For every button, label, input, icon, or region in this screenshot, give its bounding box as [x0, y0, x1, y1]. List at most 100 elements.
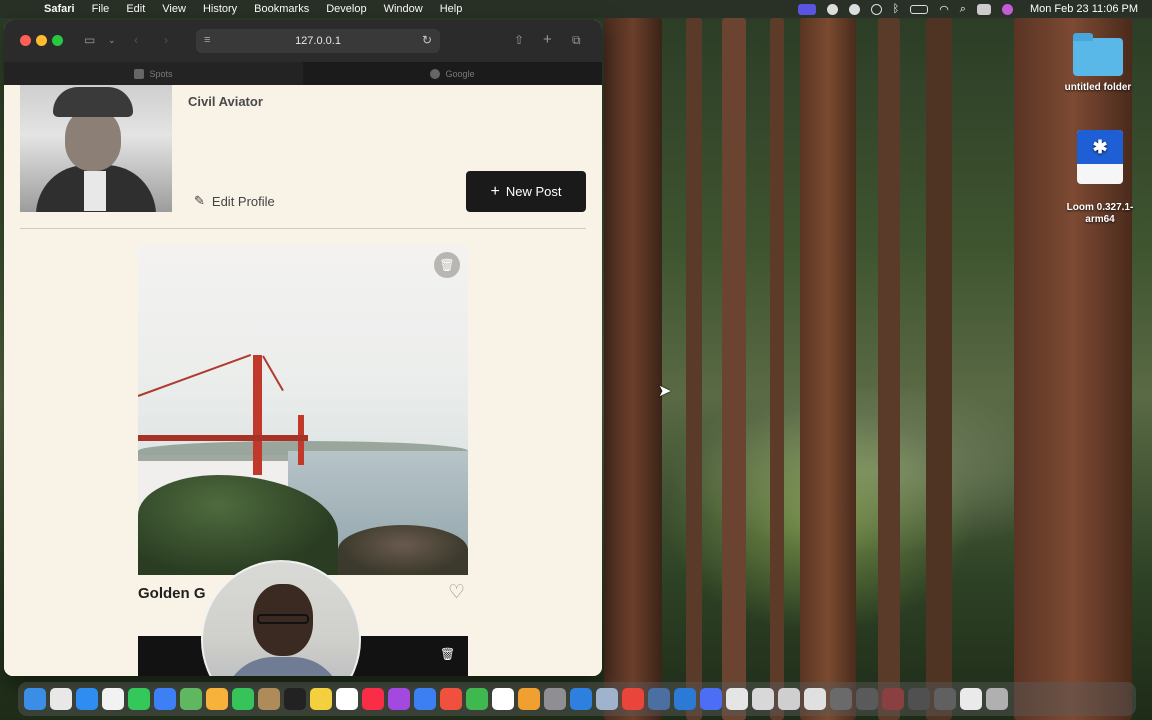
menu-help[interactable]: Help [440, 3, 463, 15]
podcasts-icon[interactable] [388, 688, 410, 710]
menu-bookmarks[interactable]: Bookmarks [254, 3, 309, 15]
photos-icon[interactable] [206, 688, 228, 710]
chrome-icon[interactable] [622, 688, 644, 710]
siri-icon[interactable] [1001, 3, 1013, 15]
new-post-label: New Post [505, 184, 562, 199]
keynote-icon[interactable] [414, 688, 436, 710]
sync-status-icon[interactable] [848, 3, 860, 15]
menu-file[interactable]: File [92, 3, 110, 15]
trash-icon[interactable]: 🗑 [440, 647, 455, 661]
doc4-icon[interactable] [804, 688, 826, 710]
webcam-bubble[interactable] [201, 560, 361, 676]
sidebar-toggle-icon[interactable]: ▭ [84, 33, 95, 47]
post-title: Golden G [138, 585, 206, 602]
share-icon[interactable]: ⇧ [514, 33, 524, 47]
contacts-icon[interactable] [258, 688, 280, 710]
desktop-loom-file[interactable]: ✱ Loom 0.327.1- arm64 [1058, 118, 1142, 238]
menu-window[interactable]: Window [384, 3, 423, 15]
post-image[interactable] [138, 245, 468, 575]
trash-icon[interactable] [986, 688, 1008, 710]
heart-icon[interactable]: ♡ [448, 583, 465, 603]
profile-photo [20, 85, 172, 212]
tree-trunk [722, 18, 746, 720]
safari-window: ▭ ⌄ ‹ › ≡ 127.0.0.1 ↻ ⇧ + ⧉ Spots Google… [4, 20, 602, 676]
menu-edit[interactable]: Edit [126, 3, 145, 15]
control-center-icon[interactable] [976, 3, 991, 15]
wifi-icon[interactable]: ◠ [939, 3, 949, 16]
zoom-window-button[interactable] [52, 35, 63, 46]
profile-role: Civil Aviator [188, 94, 263, 109]
menu-clock[interactable]: Mon Feb 23 11:06 PM [1030, 3, 1138, 15]
chevron-down-icon[interactable]: ⌄ [108, 33, 116, 47]
battery-icon[interactable] [910, 4, 929, 14]
loom-icon[interactable] [700, 688, 722, 710]
back-icon[interactable]: ‹ [134, 33, 138, 47]
messages-icon[interactable] [128, 688, 150, 710]
maps-icon[interactable] [180, 688, 202, 710]
menu-app-name[interactable]: Safari [44, 3, 75, 15]
window-icon[interactable] [830, 688, 852, 710]
close-window-button[interactable] [20, 35, 31, 46]
desktop-folder[interactable]: untitled folder [1058, 33, 1138, 93]
preview-icon[interactable] [596, 688, 618, 710]
folder-icon [1073, 33, 1123, 76]
appletv-icon[interactable] [284, 688, 306, 710]
doc2-icon[interactable] [752, 688, 774, 710]
menu-develop[interactable]: Develop [326, 3, 366, 15]
tree-trunk [800, 18, 856, 720]
notes2-icon[interactable] [310, 688, 332, 710]
window2-icon[interactable] [856, 688, 878, 710]
spotlight-search-icon[interactable]: ⌕ [960, 3, 966, 16]
vscode-icon[interactable] [674, 688, 696, 710]
tab-google[interactable]: Google [303, 62, 602, 85]
pages-icon[interactable] [518, 688, 540, 710]
doc5-icon[interactable] [960, 688, 982, 710]
xcode-icon[interactable] [570, 688, 592, 710]
menu-history[interactable]: History [203, 3, 237, 15]
doc-icon[interactable] [726, 688, 748, 710]
google-favicon-icon [430, 68, 441, 79]
music-icon[interactable] [362, 688, 384, 710]
window3-icon[interactable] [882, 688, 904, 710]
reload-icon[interactable]: ↻ [422, 33, 432, 47]
dock [18, 682, 1136, 716]
tree-trunk [926, 18, 952, 720]
doc3-icon[interactable] [778, 688, 800, 710]
desktop-icon-label: Loom 0.327.1- arm64 [1066, 202, 1134, 225]
loom-status-icon[interactable] [826, 3, 838, 15]
freeform-icon[interactable] [336, 688, 358, 710]
minimize-window-button[interactable] [36, 35, 47, 46]
safari-icon[interactable] [76, 688, 98, 710]
address-bar[interactable]: ≡ 127.0.0.1 ↻ [196, 29, 440, 53]
numbers-icon[interactable] [466, 688, 488, 710]
news-icon[interactable] [440, 688, 462, 710]
notes-icon[interactable] [102, 688, 124, 710]
forward-icon[interactable]: › [164, 33, 168, 47]
vm-icon[interactable] [648, 688, 670, 710]
window5-icon[interactable] [934, 688, 956, 710]
spots-favicon-icon [134, 68, 145, 79]
play-status-icon[interactable] [870, 3, 882, 15]
trash-icon: 🗑 [439, 258, 455, 272]
tree-trunk [770, 18, 784, 720]
screen-record-icon[interactable] [797, 3, 816, 15]
finder-icon[interactable] [24, 688, 46, 710]
mail-icon[interactable] [154, 688, 176, 710]
tab-overview-icon[interactable]: ⧉ [572, 33, 581, 47]
calendar-icon[interactable] [492, 688, 514, 710]
edit-profile-link[interactable]: ✎ Edit Profile [194, 193, 275, 209]
bluetooth-icon[interactable]: ᛒ [893, 3, 900, 15]
facetime-icon[interactable] [232, 688, 254, 710]
menu-view[interactable]: View [162, 3, 186, 15]
plus-icon: + [490, 182, 500, 200]
launchpad-icon[interactable] [50, 688, 72, 710]
mouse-cursor-icon: ➤ [658, 383, 672, 400]
page-content: Civil Aviator ✎ Edit Profile + New Post … [4, 85, 602, 676]
tab-spots[interactable]: Spots [4, 62, 303, 85]
window4-icon[interactable] [908, 688, 930, 710]
new-tab-icon[interactable]: + [543, 32, 552, 47]
page-menu-icon[interactable]: ≡ [204, 34, 210, 46]
settings-icon[interactable] [544, 688, 566, 710]
new-post-button[interactable]: + New Post [466, 171, 586, 212]
delete-post-button[interactable]: 🗑 [434, 252, 460, 278]
